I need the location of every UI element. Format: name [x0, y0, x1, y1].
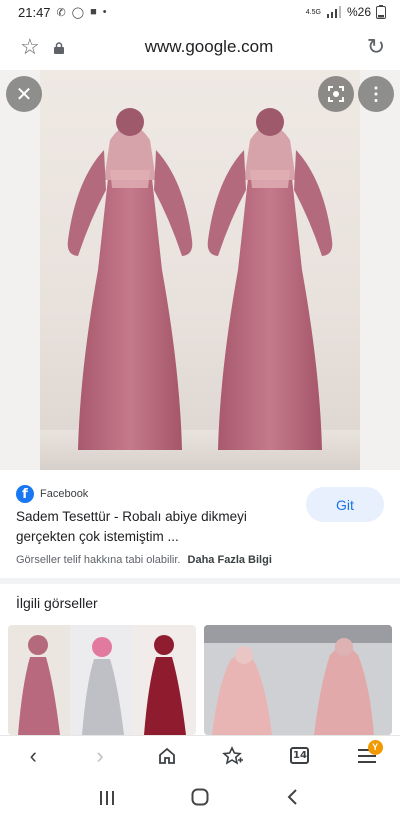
system-navigation: [0, 775, 400, 822]
related-images-title: İlgili görseller: [16, 595, 98, 611]
menu-button[interactable]: Y: [347, 739, 387, 772]
missed-call-icon: ✆: [56, 6, 66, 19]
back-chevron-icon: [287, 788, 298, 805]
facebook-icon: f: [16, 485, 34, 503]
copyright-text: Görseller telif hakkına tabi olabilir.: [16, 554, 181, 566]
lens-icon: [328, 86, 344, 102]
close-button[interactable]: ✕: [6, 76, 42, 112]
visit-button[interactable]: Git: [306, 487, 384, 522]
home-icon: [158, 747, 175, 764]
dress-right: [207, 108, 333, 450]
recent-apps-icon: [99, 790, 114, 805]
url-text[interactable]: www.google.com: [66, 37, 352, 57]
close-icon: ✕: [15, 83, 33, 106]
bookmarks-button[interactable]: [213, 740, 253, 772]
bookmark-star-icon[interactable]: ☆: [20, 34, 44, 60]
copyright-notice: Görseller telif hakkına tabi olabilir. D…: [16, 554, 272, 566]
tabs-button[interactable]: 14: [280, 740, 320, 772]
status-left: 21:47 ✆ ◯ ■ •: [18, 5, 107, 20]
reload-icon[interactable]: ↻: [364, 34, 388, 60]
forward-arrow-icon: ›: [96, 742, 104, 768]
related-image-2[interactable]: [204, 625, 392, 735]
dress-left: [67, 108, 193, 450]
clock: 21:47: [18, 4, 51, 20]
whatsapp-icon: ◯: [71, 6, 85, 19]
forward-button[interactable]: ›: [80, 740, 120, 772]
package-icon: ■: [90, 6, 97, 18]
related-image-1[interactable]: [8, 625, 196, 735]
menu-badge: Y: [367, 739, 383, 755]
home-nav-button[interactable]: [180, 786, 220, 812]
url-bar: ☆ www.google.com ↻: [0, 24, 400, 70]
back-nav-button[interactable]: [273, 786, 313, 812]
result-image[interactable]: [40, 70, 360, 470]
more-options-button[interactable]: ⋮: [358, 76, 394, 112]
browser-toolbar: ‹ › 14 Y: [0, 735, 400, 775]
bookmark-add-icon: [222, 745, 244, 765]
back-button[interactable]: ‹: [13, 740, 53, 772]
signal-icon: [326, 6, 341, 18]
home-button[interactable]: [147, 740, 187, 772]
source-name: Facebook: [40, 488, 89, 500]
more-vert-icon: ⋮: [367, 83, 385, 104]
related-images: [8, 625, 400, 735]
battery-level: %26: [346, 5, 371, 19]
lock-icon: [52, 40, 66, 54]
result-title[interactable]: Sadem Tesettür - Robalı abiye dikmeyi ge…: [16, 507, 296, 547]
battery-icon: [376, 5, 386, 19]
section-divider: [0, 578, 400, 584]
lens-button[interactable]: [318, 76, 354, 112]
back-arrow-icon: ‹: [29, 742, 37, 768]
source-row[interactable]: f Facebook: [16, 485, 88, 503]
status-bar: 21:47 ✆ ◯ ■ • 4.5G %26: [0, 0, 400, 24]
status-right: 4.5G %26: [306, 5, 386, 19]
more-info-link[interactable]: Daha Fazla Bilgi: [188, 554, 272, 566]
tab-count: 14: [290, 747, 310, 764]
notification-dot-icon: •: [102, 6, 107, 18]
network-type: 4.5G: [305, 8, 321, 16]
recent-apps-button[interactable]: [87, 786, 127, 812]
image-viewer: ✕ ⋮: [0, 70, 400, 470]
home-circle-icon: [191, 788, 209, 805]
